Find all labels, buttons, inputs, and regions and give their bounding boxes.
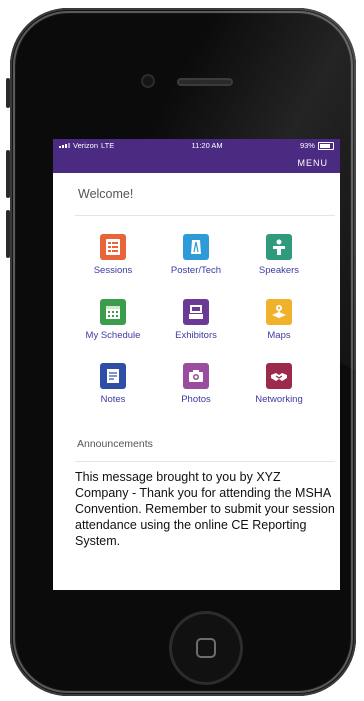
divider [75, 461, 335, 462]
earpiece-speaker [177, 78, 233, 86]
tile-label: My Schedule [85, 330, 141, 341]
battery-percent: 93% [299, 141, 315, 150]
tile-label: Photos [181, 394, 211, 405]
photos-icon [183, 363, 209, 389]
tile-label: Exhibitors [175, 330, 217, 341]
front-camera [141, 74, 155, 88]
tile-networking[interactable]: Networking [239, 363, 319, 405]
app-screen: Verizon LTE 11:20 AM 93% MENU Welcome! S… [53, 139, 340, 590]
tile-label: Poster/Tech [170, 265, 222, 276]
speakers-icon [266, 234, 292, 260]
notes-icon [100, 363, 126, 389]
sessions-icon [100, 234, 126, 260]
tile-label: Sessions [93, 265, 133, 276]
tile-poster-tech[interactable]: Poster/Tech [156, 234, 236, 276]
phone-frame: Verizon LTE 11:20 AM 93% MENU Welcome! S… [10, 8, 356, 696]
tile-speakers[interactable]: Speakers [239, 234, 319, 276]
tile-photos[interactable]: Photos [156, 363, 236, 405]
home-button[interactable] [169, 611, 243, 685]
signal-icon [59, 143, 70, 148]
battery-icon [317, 141, 334, 150]
menu-button[interactable]: MENU [298, 158, 329, 168]
network-label: LTE [101, 141, 115, 150]
tile-label: Maps [267, 330, 291, 341]
schedule-icon [100, 299, 126, 325]
tile-label: Speakers [258, 265, 300, 276]
maps-icon [266, 299, 292, 325]
tile-maps[interactable]: Maps [239, 299, 319, 341]
feature-grid: Sessions Poster/Tech Speakers My Schedul [53, 216, 340, 416]
volume-down-button [6, 210, 10, 258]
tile-notes[interactable]: Notes [73, 363, 153, 405]
carrier-label: Verizon [73, 141, 99, 150]
announcements-heading: Announcements [77, 438, 153, 450]
mute-switch [6, 78, 10, 108]
home-square-icon [196, 638, 216, 658]
welcome-heading: Welcome! [78, 187, 134, 201]
status-bar: Verizon LTE 11:20 AM 93% [53, 139, 340, 152]
poster-tech-icon [183, 234, 209, 260]
tile-exhibitors[interactable]: Exhibitors [156, 299, 236, 341]
app-header: MENU [53, 152, 340, 173]
tile-sessions[interactable]: Sessions [73, 234, 153, 276]
announcement-message: This message brought to you by XYZ Compa… [75, 470, 335, 548]
tile-my-schedule[interactable]: My Schedule [73, 299, 153, 341]
volume-up-button [6, 150, 10, 198]
tile-label: Notes [100, 394, 126, 405]
tile-label: Networking [255, 394, 303, 405]
clock: 11:20 AM [191, 141, 223, 150]
exhibitors-icon [183, 299, 209, 325]
networking-icon [266, 363, 292, 389]
